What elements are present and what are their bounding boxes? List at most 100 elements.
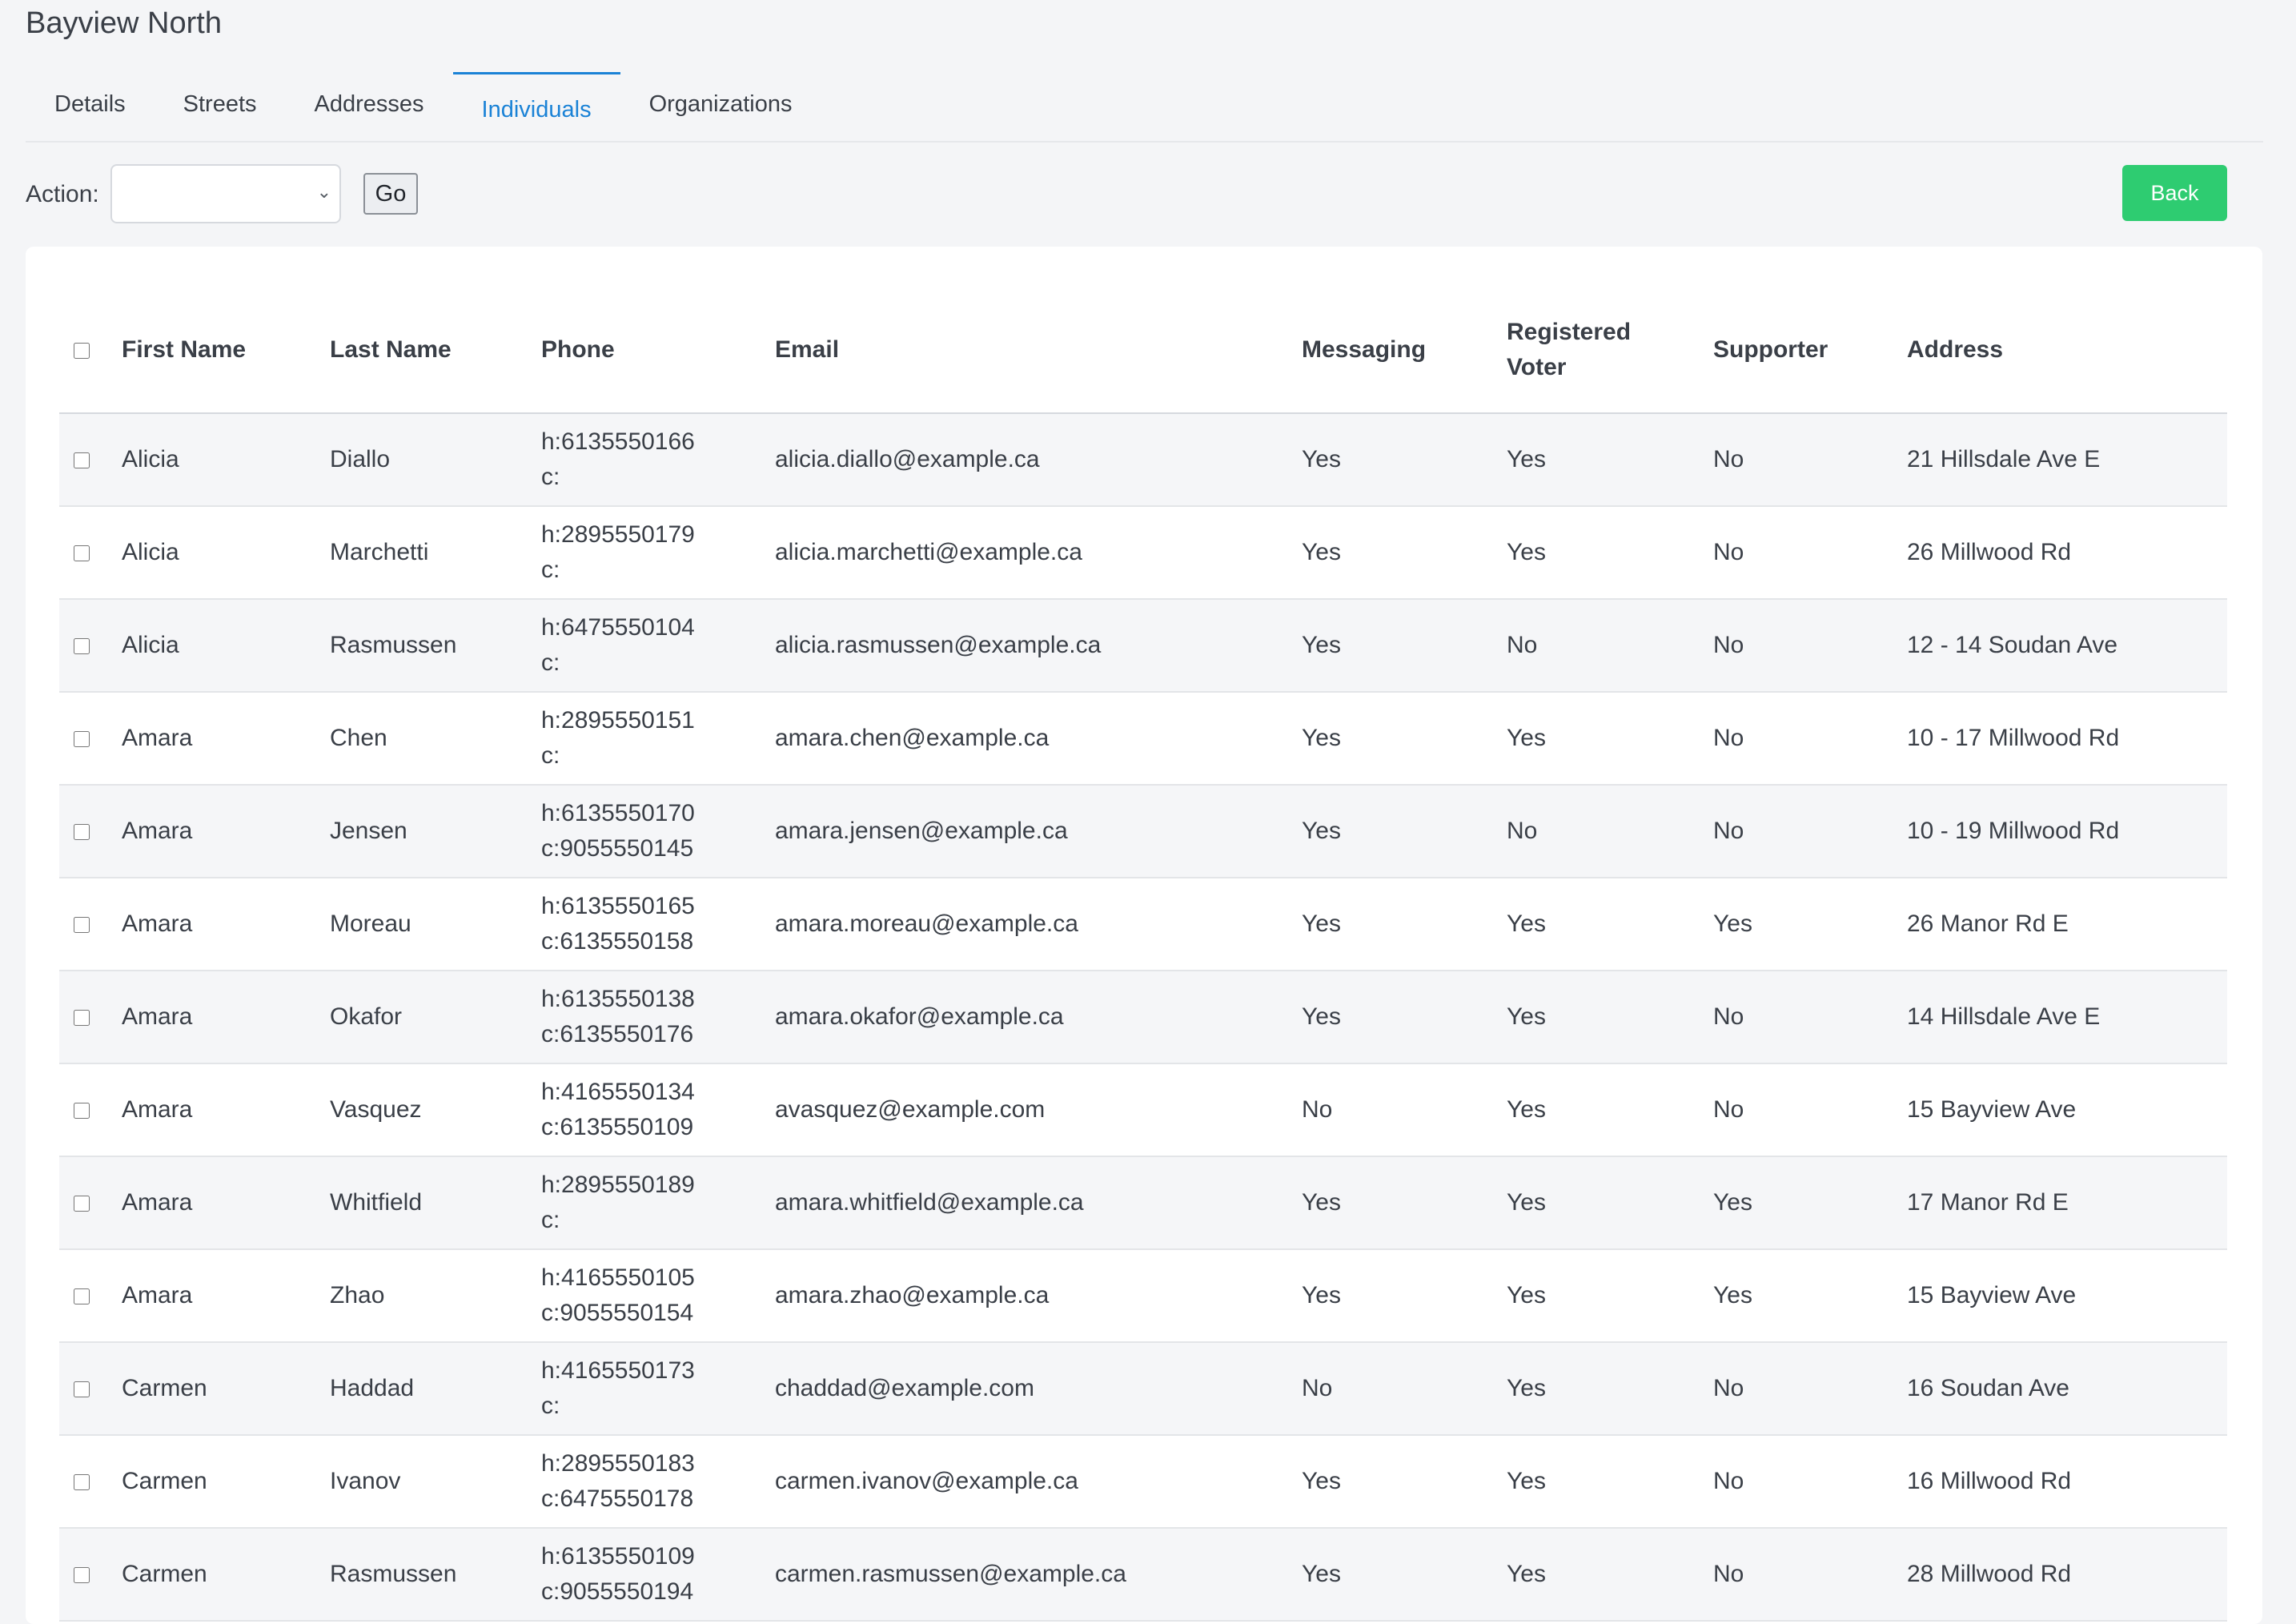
cell-email: alicia.rasmussen@example.ca [775,599,1302,693]
row-checkbox[interactable] [74,1381,90,1398]
table-row[interactable]: Alicia Diallo h:6135550166 c: alicia.diallo@… [59,413,2227,507]
cell-last-name: Moreau [330,878,541,971]
cell-address: 15 Bayview Ave [1907,1063,2227,1157]
header-supporter[interactable]: Supporter [1713,287,1907,414]
cell-phone: h:4165550134 c:6135550109 [541,1063,775,1157]
cell-supporter: No [1713,971,1907,1064]
row-select-cell [59,1342,122,1436]
row-checkbox[interactable] [74,824,90,841]
cell-first-name: Amara [122,971,330,1064]
cell-email: avasquez@example.com [775,1063,1302,1157]
table-row[interactable]: Amara Jensen h:6135550170 c:9055550145 amara… [59,785,2227,878]
table-row[interactable]: Amara Zhao h:4165550105 c:9055550154 amara.z… [59,1249,2227,1343]
cell-last-name: Okafor [330,971,541,1064]
phone-cell: c: [541,649,560,676]
cell-address: 15 Bayview Ave [1907,1249,2227,1343]
row-checkbox[interactable] [74,1567,90,1584]
phone-home: h:2895550151 [541,707,695,734]
phone-home: h:6135550109 [541,1543,695,1570]
action-select[interactable]: ⌄ [110,164,341,223]
cell-phone: h:2895550183 c:6475550178 [541,1435,775,1529]
header-address[interactable]: Address [1907,287,2227,414]
cell-messaging: Yes [1302,599,1507,693]
cell-address: 28 Millwood Rd [1907,1528,2227,1622]
phone-home: h:6135550138 [541,986,695,1012]
table-row[interactable]: Carmen Haddad h:4165550173 c: chaddad@exampl… [59,1342,2227,1436]
phone-cell: c:6135550109 [541,1114,694,1140]
table-row[interactable]: Amara Vasquez h:4165550134 c:6135550109 avas… [59,1063,2227,1157]
cell-phone: h:6135550109 c:9055550194 [541,1528,775,1622]
cell-supporter: Yes [1713,1156,1907,1250]
cell-first-name: Alicia [122,599,330,693]
cell-email: amara.zhao@example.ca [775,1249,1302,1343]
tab-streets[interactable]: Streets [155,72,286,141]
header-last-name[interactable]: Last Name [330,287,541,414]
cell-messaging: Yes [1302,692,1507,786]
cell-registered-voter: No [1507,599,1713,693]
cell-last-name: Zhao [330,1249,541,1343]
row-checkbox[interactable] [74,452,90,469]
cell-messaging: Yes [1302,1249,1507,1343]
cell-phone: h:2895550179 c: [541,506,775,600]
cell-registered-voter: Yes [1507,413,1713,507]
phone-home: h:6135550165 [541,893,695,919]
cell-email: carmen.ivanov@example.ca [775,1435,1302,1529]
row-checkbox[interactable] [74,545,90,562]
phone-cell: c:9055550194 [541,1578,694,1605]
header-messaging[interactable]: Messaging [1302,287,1507,414]
row-checkbox[interactable] [74,1288,90,1305]
header-first-name[interactable]: First Name [122,287,330,414]
go-button[interactable]: Go [363,173,418,215]
cell-last-name: Marchetti [330,506,541,600]
row-checkbox[interactable] [74,1474,90,1491]
table-row[interactable]: Carmen Ivanov h:2895550183 c:6475550178 carm… [59,1435,2227,1529]
table-row[interactable]: Carmen Rasmussen h:6135550109 c:9055550194 c… [59,1528,2227,1622]
row-checkbox[interactable] [74,1103,90,1120]
phone-home: h:4165550173 [541,1357,695,1384]
table-row[interactable]: Amara Okafor h:6135550138 c:6135550176 amara… [59,971,2227,1064]
cell-first-name: Carmen [122,1528,330,1622]
cell-email: alicia.diallo@example.ca [775,413,1302,507]
cell-first-name: Amara [122,785,330,878]
table-row[interactable]: Amara Moreau h:6135550165 c:6135550158 amara… [59,878,2227,971]
row-select-cell [59,878,122,971]
cell-first-name: Amara [122,878,330,971]
cell-address: 10 - 19 Millwood Rd [1907,785,2227,878]
header-registered-voter[interactable]: Registered Voter [1507,287,1713,414]
row-checkbox[interactable] [74,917,90,934]
row-checkbox[interactable] [74,1010,90,1027]
cell-email: amara.chen@example.ca [775,692,1302,786]
cell-messaging: Yes [1302,878,1507,971]
tab-addresses[interactable]: Addresses [286,72,453,141]
cell-registered-voter: Yes [1507,1528,1713,1622]
table-row[interactable]: Alicia Marchetti h:2895550179 c: alicia.marc… [59,506,2227,600]
cell-first-name: Alicia [122,413,330,507]
back-button[interactable]: Back [2122,165,2227,221]
header-email[interactable]: Email [775,287,1302,414]
phone-cell: c:6135550176 [541,1021,694,1047]
row-checkbox[interactable] [74,1196,90,1212]
cell-address: 26 Millwood Rd [1907,506,2227,600]
cell-address: 16 Millwood Rd [1907,1435,2227,1529]
cell-supporter: No [1713,1435,1907,1529]
row-select-cell [59,1249,122,1343]
row-checkbox[interactable] [74,638,90,655]
tab-details[interactable]: Details [26,72,155,141]
header-phone[interactable]: Phone [541,287,775,414]
select-all-checkbox[interactable] [74,342,90,359]
cell-address: 17 Manor Rd E [1907,1156,2227,1250]
cell-phone: h:4165550105 c:9055550154 [541,1249,775,1343]
phone-home: h:4165550134 [541,1079,695,1105]
header-registered-voter-line1: Registered [1507,318,1632,345]
row-checkbox[interactable] [74,731,90,748]
cell-address: 26 Manor Rd E [1907,878,2227,971]
tab-individuals[interactable]: Individuals [452,72,620,141]
table-row[interactable]: Alicia Rasmussen h:6475550104 c: alicia.rasm… [59,599,2227,693]
table-row[interactable]: Amara Chen h:2895550151 c: amara.chen@exampl… [59,692,2227,786]
tab-organizations[interactable]: Organizations [620,72,821,141]
table-row[interactable]: Amara Whitfield h:2895550189 c: amara.whitfi… [59,1156,2227,1250]
phone-home: h:2895550189 [541,1172,695,1198]
phone-home: h:6135550170 [541,800,695,826]
cell-supporter: No [1713,1063,1907,1157]
cell-messaging: No [1302,1063,1507,1157]
